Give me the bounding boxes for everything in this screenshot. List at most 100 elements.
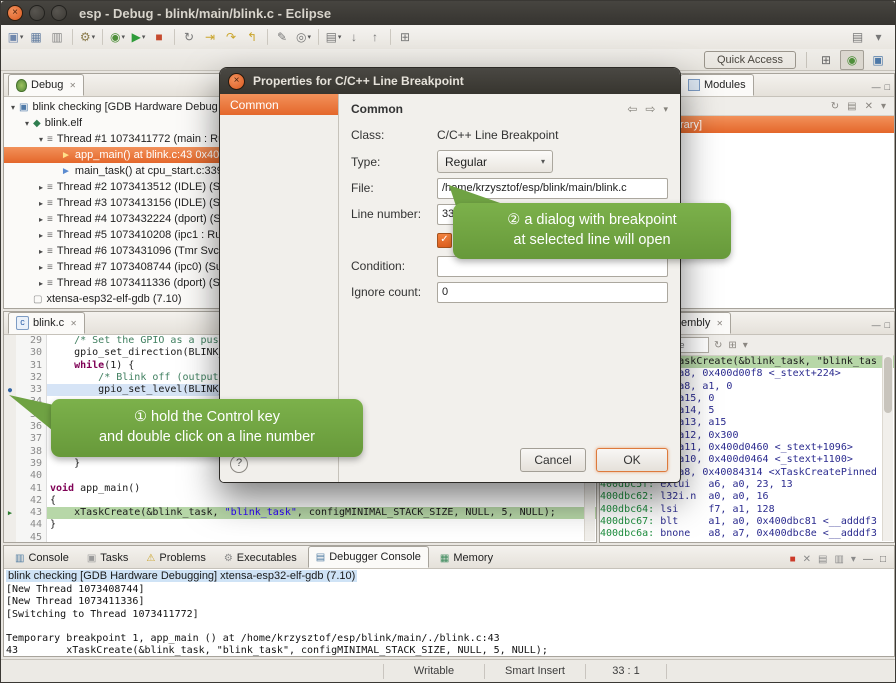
toolbar-button[interactable]: ▥	[48, 27, 67, 47]
line-number[interactable]: 39	[16, 458, 47, 470]
window-minimize-button[interactable]	[29, 5, 45, 21]
maximize-icon[interactable]: □	[885, 82, 890, 92]
toolbar-button[interactable]: ↑	[366, 27, 385, 47]
close-icon[interactable]: ✕	[70, 319, 77, 328]
console-tab[interactable]: ▤Debugger Console	[308, 546, 429, 568]
code-line[interactable]	[47, 532, 596, 542]
toolbar-button[interactable]: ↷	[222, 27, 241, 47]
disassembly-toolbar-icon[interactable]: ↻	[714, 340, 722, 351]
line-number[interactable]: 32	[16, 372, 47, 384]
console-toolbar-icon[interactable]: ✕	[803, 554, 811, 565]
console-tab[interactable]: ▦Memory	[433, 548, 500, 568]
modules-toolbar-icon[interactable]: ▤	[847, 101, 856, 112]
ignore-count-input[interactable]	[437, 282, 668, 303]
line-number[interactable]: 41	[16, 483, 47, 495]
tab-modules[interactable]: Modules	[680, 74, 754, 96]
console-tab[interactable]: ▣Tasks	[80, 548, 136, 568]
toolbar-button[interactable]: ▤	[848, 27, 867, 47]
console-tab[interactable]: ⚠Problems	[139, 548, 212, 568]
disassembly-toolbar-icon[interactable]: ▾	[743, 340, 748, 351]
expander-icon[interactable]: ▸	[36, 215, 46, 224]
minimize-icon[interactable]: —	[872, 82, 881, 92]
expander-icon[interactable]: ▸	[36, 231, 46, 240]
window-maximize-button[interactable]	[51, 5, 67, 21]
close-icon[interactable]: ✕	[716, 319, 723, 328]
console-toolbar-icon[interactable]: ▤	[818, 554, 827, 565]
toolbar-button[interactable]: ▣▾	[6, 27, 25, 47]
help-button[interactable]: ?	[230, 455, 248, 473]
expander-icon[interactable]: ▸	[36, 247, 46, 256]
tab-debug[interactable]: Debug ✕	[8, 74, 84, 96]
toolbar-button[interactable]: ⊞	[396, 27, 415, 47]
expander-icon[interactable]: ▾	[36, 135, 46, 144]
expander-icon[interactable]: ▸	[36, 183, 46, 192]
toolbar-button[interactable]: ↻	[180, 27, 199, 47]
tab-blink-c[interactable]: c blink.c ✕	[8, 312, 85, 334]
toolbar-button[interactable]: ▤▾	[324, 27, 343, 47]
disassembly-line[interactable]: 400dbc67: blt a1, a0, 0x400dbc81 <__addd…	[600, 516, 894, 528]
perspective-button[interactable]: ⊞	[815, 51, 837, 69]
maximize-icon[interactable]: □	[885, 320, 890, 330]
console-toolbar-icon[interactable]: ▥	[834, 554, 843, 565]
ok-button[interactable]: OK	[596, 448, 668, 472]
console-tab[interactable]: ⚙Executables	[217, 548, 304, 568]
toolbar-button[interactable]	[102, 29, 103, 45]
back-icon[interactable]: ⇦	[627, 102, 637, 116]
modules-toolbar-icon[interactable]: ▾	[881, 101, 886, 112]
view-menu-icon[interactable]: ▾	[663, 104, 668, 115]
line-number[interactable]: 42	[16, 495, 47, 507]
line-number[interactable]: 45	[16, 532, 47, 542]
modules-toolbar-icon[interactable]: ✕	[865, 101, 873, 112]
expander-icon[interactable]: ▸	[36, 263, 46, 272]
forward-icon[interactable]: ⇨	[645, 102, 655, 116]
line-number[interactable]: 44	[16, 519, 47, 531]
perspective-button[interactable]: ▣	[867, 51, 889, 69]
code-line[interactable]: }	[47, 519, 596, 531]
window-close-button[interactable]: ×	[7, 5, 23, 21]
line-number[interactable]: 30	[16, 347, 47, 359]
console-toolbar-icon[interactable]: —	[863, 554, 873, 565]
toolbar-button[interactable]	[72, 29, 73, 45]
console-toolbar-icon[interactable]: □	[880, 554, 886, 565]
toolbar-button[interactable]: ▦	[27, 27, 46, 47]
file-input[interactable]	[437, 178, 668, 199]
line-number[interactable]: 29	[16, 335, 47, 347]
toolbar-button[interactable]: ↰	[243, 27, 262, 47]
disassembly-toolbar-icon[interactable]: ⊞	[728, 340, 736, 351]
console-tab[interactable]: ▥Console	[8, 548, 76, 568]
cancel-button[interactable]: Cancel	[520, 448, 586, 472]
line-number[interactable]: 43	[16, 507, 47, 519]
toolbar-button[interactable]	[390, 29, 391, 45]
minimize-icon[interactable]: —	[872, 320, 881, 330]
toolbar-button[interactable]: ■	[150, 27, 169, 47]
sidebar-item-common[interactable]: Common	[220, 94, 338, 115]
modules-toolbar-icon[interactable]: ↻	[831, 101, 839, 112]
code-line[interactable]: void app_main()	[47, 483, 596, 495]
line-number[interactable]: 33	[16, 384, 47, 396]
line-number[interactable]: 37	[16, 433, 47, 445]
code-line[interactable]: xTaskCreate(&blink_task, "blink_task", c…	[47, 507, 596, 519]
dialog-close-button[interactable]: ×	[228, 73, 245, 90]
disassembly-line[interactable]: 400dbc64: lsi f7, a1, 128	[600, 504, 894, 516]
disassembly-line[interactable]: 400dbc62: l32i.n a0, a0, 16	[600, 491, 894, 503]
console-toolbar-icon[interactable]: ■	[790, 554, 796, 565]
scrollbar-thumb[interactable]	[884, 357, 892, 413]
toolbar-button[interactable]: ✎	[273, 27, 292, 47]
toolbar-button[interactable]	[267, 29, 268, 45]
toolbar-button[interactable]: ▾	[869, 27, 888, 47]
expander-icon[interactable]: ▾	[8, 103, 18, 112]
line-number[interactable]: 38	[16, 446, 47, 458]
line-number[interactable]: 31	[16, 360, 47, 372]
disassembly-scrollbar[interactable]	[882, 355, 893, 541]
toolbar-button[interactable]: ▶▾	[129, 27, 148, 47]
close-icon[interactable]: ✕	[69, 81, 76, 90]
module-selected-row[interactable]: rary]	[666, 116, 894, 133]
toolbar-button[interactable]: ◎▾	[294, 27, 313, 47]
line-number[interactable]: 35	[16, 409, 47, 421]
toolbar-button[interactable]: ↓	[345, 27, 364, 47]
expander-icon[interactable]: ▸	[36, 199, 46, 208]
line-number[interactable]: 34	[16, 396, 47, 408]
disassembly-line[interactable]: 400dbc6a: bnone a8, a7, 0x400dbc8e <__ad…	[600, 528, 894, 540]
toolbar-button[interactable]: ⚙▾	[78, 27, 97, 47]
expander-icon[interactable]: ▸	[36, 279, 46, 288]
